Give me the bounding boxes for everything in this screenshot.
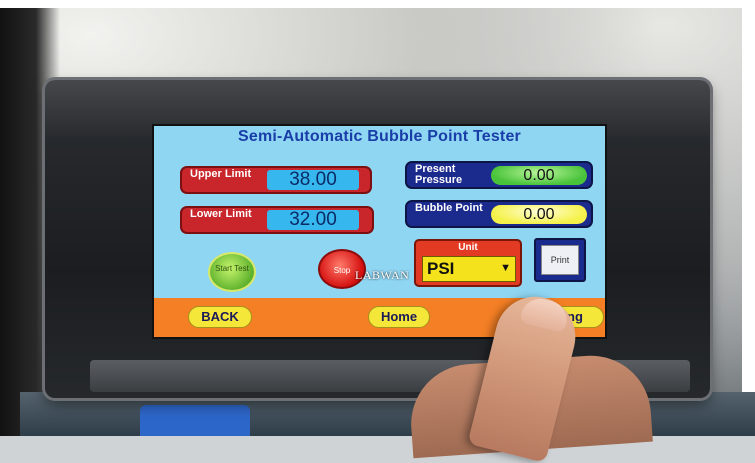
right-image-border [742,0,755,436]
start-test-button[interactable]: Start Test [208,252,256,292]
bubble-point-panel: Bubble Point 0.00 [405,200,593,228]
print-button[interactable]: Print [534,238,586,282]
lower-limit-panel: Lower Limit 32.00 [180,206,374,234]
present-pressure-label: Present Pressure [415,163,463,186]
screen-title: Semi-Automatic Bubble Point Tester [238,128,521,145]
back-button[interactable]: BACK [188,306,252,328]
unit-select[interactable]: PSI ▼ [422,256,516,282]
upper-limit-input[interactable]: 38.00 [267,170,359,190]
lower-limit-input[interactable]: 32.00 [267,210,359,230]
bubble-point-value: 0.00 [491,205,587,224]
print-button-label: Print [541,245,579,275]
unit-label: Unit [458,242,478,253]
upper-limit-label: Upper Limit [190,168,252,180]
unit-selected-value: PSI [427,259,455,278]
home-button[interactable]: Home [368,306,430,328]
upper-limit-panel: Upper Limit 38.00 [180,166,372,194]
chevron-down-icon: ▼ [500,262,511,274]
top-image-border [0,0,755,8]
blue-fixture [140,405,250,436]
bubble-point-label: Bubble Point [415,202,483,214]
watermark-text: LABWAN [355,268,410,282]
present-pressure-panel: Present Pressure 0.00 [405,161,593,189]
unit-panel: Unit PSI ▼ [414,239,522,287]
lower-limit-label: Lower Limit [190,208,252,220]
present-pressure-value: 0.00 [491,166,587,185]
